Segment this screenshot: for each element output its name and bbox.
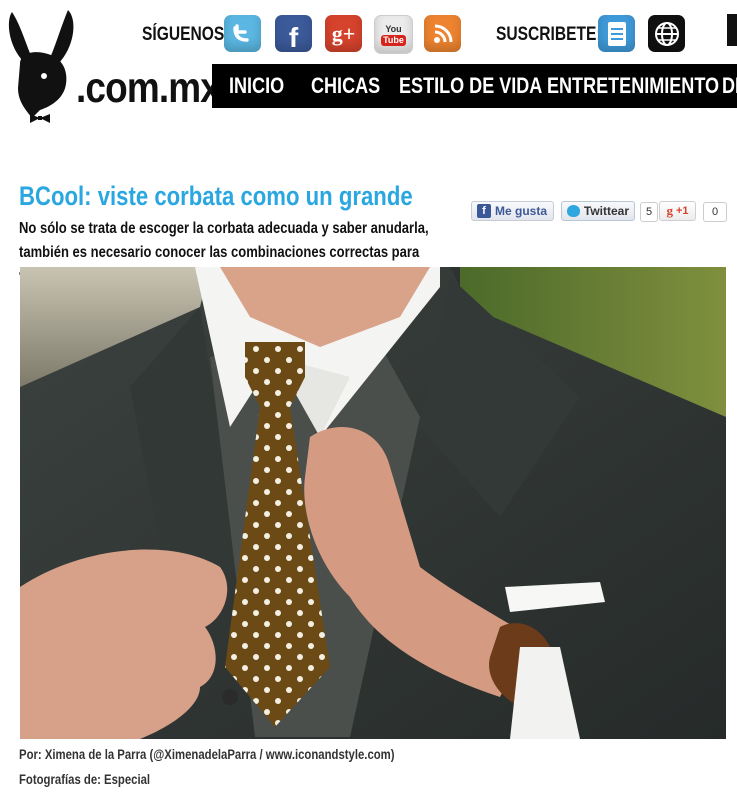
bunny-logo-icon — [8, 10, 74, 123]
google-plus-icon[interactable]: g+ — [325, 15, 362, 52]
document-icon[interactable] — [598, 15, 635, 52]
photo-credit: Fotografías de: Especial — [19, 772, 151, 787]
google-plus-icon: g — [666, 203, 673, 218]
google-plus-one-button[interactable]: g +1 — [659, 201, 696, 221]
nav-item-chicas[interactable]: CHICAS — [311, 64, 380, 108]
nav-item-inicio[interactable]: INICIO — [229, 64, 284, 108]
nav-item-truncated[interactable]: DI — [722, 64, 737, 108]
twitter-icon[interactable] — [224, 15, 261, 52]
facebook-like-button[interactable]: f Me gusta — [471, 201, 554, 221]
twitter-bird-icon — [567, 205, 580, 217]
author-credit: Por: Ximena de la Parra (@XimenadelaParr… — [19, 747, 395, 762]
facebook-icon: f — [477, 204, 491, 218]
youtube-icon[interactable]: You Tube — [374, 15, 413, 54]
follow-label: SÍGUENOS: — [142, 24, 230, 45]
tweet-count: 5 — [640, 202, 658, 222]
nav-item-entretenimiento[interactable]: ENTRETENIMIENTO — [547, 64, 719, 108]
facebook-like-label: Me gusta — [495, 204, 548, 218]
facebook-icon[interactable]: f — [275, 15, 312, 53]
article-photo — [20, 267, 726, 739]
tweet-label: Twittear — [583, 204, 629, 218]
header-edge-block — [727, 14, 737, 46]
nav-item-estilo-de-vida[interactable]: ESTILO DE VIDA — [399, 64, 542, 108]
subscribe-label: SUSCRIBETE: — [496, 24, 602, 45]
suit-tie-photo-illustration — [20, 267, 726, 739]
google-plus-count: 0 — [703, 202, 727, 222]
rss-icon[interactable] — [424, 15, 461, 52]
tweet-button[interactable]: Twittear — [561, 201, 635, 221]
logo-text: .com.mx — [76, 64, 221, 112]
google-plus-label: +1 — [675, 205, 689, 217]
globe-icon[interactable] — [648, 15, 685, 52]
main-nav: INICIO CHICAS ESTILO DE VIDA ENTRETENIMI… — [212, 64, 737, 108]
article-title[interactable]: BCool: viste corbata como un grande — [19, 181, 413, 212]
